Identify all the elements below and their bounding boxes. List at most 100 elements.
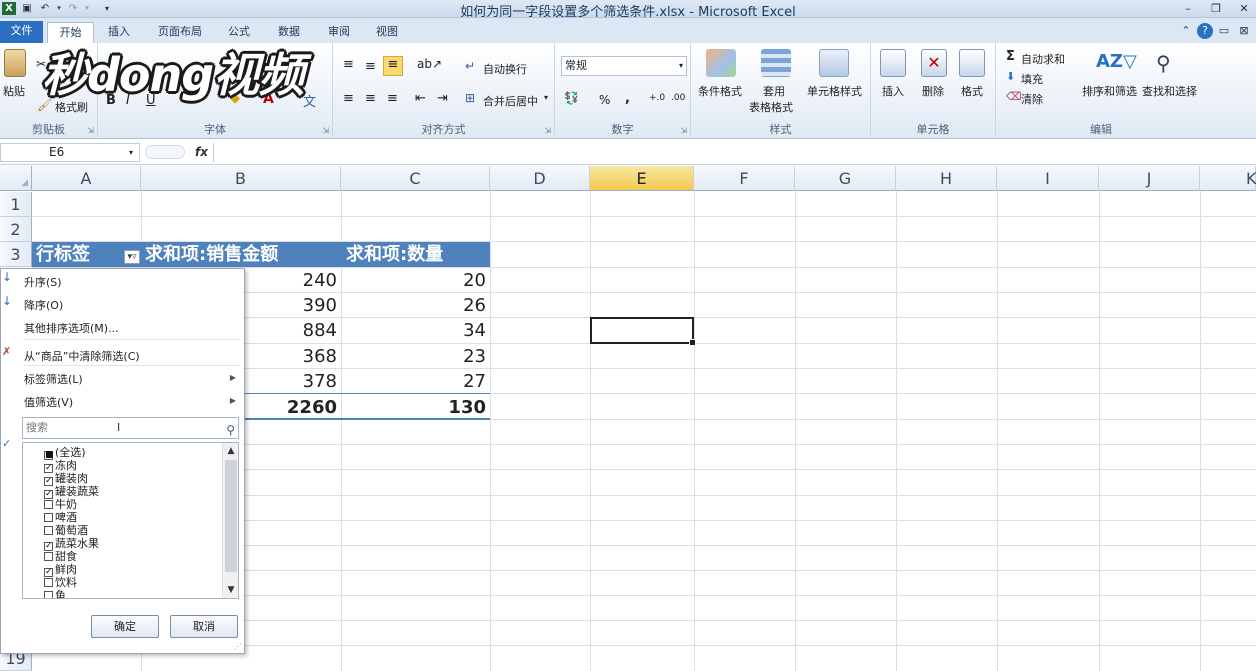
- delete-cells-icon[interactable]: ✕: [921, 49, 947, 77]
- scroll-down-icon[interactable]: ▼: [225, 583, 237, 597]
- list-item[interactable]: 饮料: [44, 576, 77, 589]
- list-item[interactable]: 鱼: [44, 589, 66, 598]
- align-left-icon[interactable]: ≡: [343, 91, 354, 106]
- pivot-row-label-header[interactable]: 行标签: [36, 242, 90, 267]
- format-as-table-icon[interactable]: [761, 49, 791, 77]
- select-all-corner[interactable]: ◢: [0, 166, 32, 191]
- alignment-dialog-launcher-icon[interactable]: ⇲: [544, 126, 551, 135]
- number-dialog-launcher-icon[interactable]: ⇲: [680, 126, 687, 135]
- wb-minimize-icon[interactable]: ▭: [1216, 23, 1232, 39]
- align-middle-icon[interactable]: ≡: [365, 59, 376, 74]
- decrease-decimal-icon[interactable]: .00: [671, 93, 685, 103]
- filter-search-input[interactable]: 搜索 I ⚲: [22, 417, 239, 439]
- pivot-qty-cell[interactable]: 27: [341, 369, 490, 394]
- column-header-f[interactable]: F: [694, 166, 795, 191]
- pivot-qty-cell[interactable]: 23: [341, 344, 490, 369]
- tab-insert[interactable]: 插入: [100, 22, 138, 43]
- decrease-indent-icon[interactable]: ⇤: [415, 91, 426, 106]
- column-header-d[interactable]: D: [490, 166, 590, 191]
- cancel-button[interactable]: 取消: [170, 615, 238, 638]
- delete-cells-button[interactable]: 删除: [922, 83, 944, 99]
- menu-value-filter[interactable]: 值筛选(V): [24, 394, 73, 410]
- merge-center-button[interactable]: 合并后居中: [483, 93, 538, 109]
- list-item[interactable]: ■(全选): [44, 446, 86, 460]
- autosum-icon[interactable]: Σ: [1006, 49, 1015, 64]
- orientation-icon[interactable]: ab↗: [417, 57, 442, 71]
- number-format-select[interactable]: 常规 ▾: [561, 56, 687, 76]
- row-label-filter-button[interactable]: ▾▿: [124, 250, 140, 264]
- align-right-icon[interactable]: ≡: [387, 91, 398, 106]
- paste-button[interactable]: 粘贴: [3, 83, 25, 99]
- merge-dropdown-icon[interactable]: ▾: [544, 93, 548, 102]
- scroll-up-icon[interactable]: ▲: [225, 444, 237, 458]
- align-bottom-icon[interactable]: ≡: [383, 56, 403, 76]
- increase-indent-icon[interactable]: ⇥: [437, 91, 448, 106]
- wb-close-icon[interactable]: ⊠: [1236, 23, 1252, 39]
- comma-style-icon[interactable]: ,: [625, 91, 630, 106]
- column-header-g[interactable]: G: [795, 166, 896, 191]
- list-item[interactable]: 牛奶: [44, 498, 77, 511]
- checkbox-unchecked[interactable]: [44, 552, 53, 561]
- list-item[interactable]: 甜食: [44, 550, 77, 563]
- scrollbar-thumb[interactable]: [225, 460, 237, 572]
- insert-cells-icon[interactable]: [880, 49, 906, 77]
- pivot-qty-cell[interactable]: 20: [341, 268, 490, 293]
- list-scrollbar[interactable]: ▲ ▼: [222, 443, 238, 598]
- column-header-j[interactable]: J: [1099, 166, 1200, 191]
- checkbox-unchecked[interactable]: [44, 513, 53, 522]
- active-cell-e6[interactable]: [590, 317, 696, 346]
- list-item[interactable]: ✓ 鲜肉: [44, 563, 77, 577]
- list-item[interactable]: ✓ 蔬菜水果: [44, 537, 99, 551]
- name-box[interactable]: E6 ▾: [0, 143, 140, 162]
- sort-filter-button[interactable]: 排序和筛选: [1082, 83, 1137, 99]
- list-item[interactable]: ✓ 冻肉: [44, 459, 77, 473]
- number-format-dropdown-icon[interactable]: ▾: [679, 57, 683, 75]
- ok-button[interactable]: 确定: [91, 615, 159, 638]
- list-item[interactable]: ✓ 罐装蔬菜: [44, 485, 99, 499]
- pivot-sum-sales-header[interactable]: 求和项:销售金额: [145, 242, 278, 267]
- find-select-button[interactable]: 查找和选择: [1142, 83, 1197, 99]
- format-cells-button[interactable]: 格式: [961, 83, 983, 99]
- list-item[interactable]: ✓ 罐装肉: [44, 472, 88, 486]
- fill-icon[interactable]: ⬇: [1006, 70, 1015, 83]
- pivot-sum-qty-header[interactable]: 求和项:数量: [346, 242, 443, 267]
- row-header-2[interactable]: 2: [0, 217, 32, 242]
- wrap-text-icon[interactable]: ↵: [465, 59, 475, 73]
- autosum-button[interactable]: 自动求和: [1021, 51, 1065, 67]
- minimize-icon[interactable]: –: [1178, 1, 1198, 16]
- clear-button[interactable]: 清除: [1021, 91, 1043, 107]
- menu-label-filter[interactable]: 标签筛选(L): [24, 371, 83, 387]
- grand-total-qty[interactable]: 130: [341, 395, 490, 420]
- menu-clear-filter[interactable]: 从“商品”中清除筛选(C): [24, 348, 140, 364]
- tab-page-layout[interactable]: 页面布局: [150, 22, 210, 43]
- tab-review[interactable]: 审阅: [320, 22, 358, 43]
- list-item[interactable]: 啤酒: [44, 511, 77, 524]
- clipboard-dialog-launcher-icon[interactable]: ⇲: [87, 126, 94, 135]
- filter-items-list[interactable]: ■(全选) ✓ 冻肉 ✓ 罐装肉 ✓ 罐装蔬菜 牛奶 啤酒 葡萄酒 ✓ 蔬菜水果 甜食 …: [22, 442, 239, 599]
- clear-icon[interactable]: ⌫: [1006, 90, 1022, 103]
- column-header-i[interactable]: I: [997, 166, 1099, 191]
- percent-icon[interactable]: %: [599, 93, 610, 107]
- close-icon[interactable]: ✕: [1234, 1, 1254, 16]
- conditional-format-button[interactable]: 条件格式: [698, 83, 742, 99]
- menu-sort-ascending[interactable]: 升序(S): [24, 274, 62, 290]
- conditional-format-icon[interactable]: [706, 49, 736, 77]
- align-center-icon[interactable]: ≡: [365, 91, 376, 106]
- tab-data[interactable]: 数据: [268, 22, 310, 43]
- increase-decimal-icon[interactable]: +.0: [649, 93, 665, 103]
- column-header-a[interactable]: A: [32, 166, 141, 191]
- tab-file[interactable]: 文件: [0, 21, 43, 43]
- row-header-1[interactable]: 1: [0, 192, 32, 217]
- checkbox-unchecked[interactable]: [44, 526, 53, 535]
- column-header-c[interactable]: C: [341, 166, 490, 191]
- formula-input[interactable]: [213, 143, 1256, 162]
- list-item[interactable]: 葡萄酒: [44, 524, 88, 537]
- name-box-dropdown-icon[interactable]: ▾: [129, 144, 133, 161]
- tab-home[interactable]: 开始: [47, 22, 94, 43]
- help-icon[interactable]: ?: [1197, 23, 1213, 39]
- merge-center-icon[interactable]: ⊞: [465, 91, 475, 105]
- pivot-qty-cell[interactable]: 34: [341, 318, 490, 343]
- resize-grip-icon[interactable]: ⋰: [234, 642, 242, 651]
- restore-icon[interactable]: ❐: [1206, 1, 1226, 16]
- insert-cells-button[interactable]: 插入: [882, 83, 904, 99]
